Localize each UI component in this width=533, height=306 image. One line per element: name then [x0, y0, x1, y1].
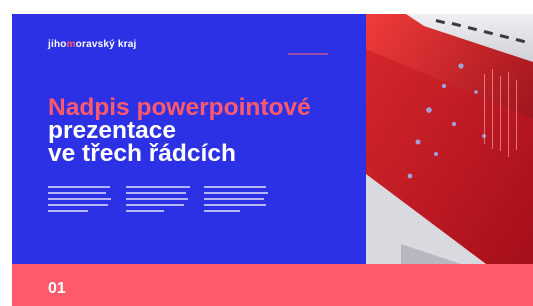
slide-title: Nadpis powerpointové prezentace ve třech…: [48, 94, 311, 167]
logo-accent-letter: m: [66, 39, 76, 50]
bottom-band: 01: [12, 264, 533, 306]
text-column-2: [126, 186, 190, 216]
top-link-line: [288, 53, 328, 55]
logo[interactable]: jihomoravský kraj: [48, 39, 136, 50]
keyboard-photo: [366, 14, 533, 264]
slide-number: 01: [48, 280, 66, 297]
blue-panel: jihomoravský kraj Nadpis powerpointové p…: [12, 14, 366, 264]
top-link[interactable]: [288, 43, 328, 55]
text-column-3: [204, 186, 268, 216]
logo-text-part1: jiho: [48, 39, 67, 50]
text-column-1: [48, 186, 112, 216]
keyboard-photo-graphic: [366, 14, 533, 264]
title-line-3: ve třech řádcích: [48, 140, 236, 167]
title-line-2: prezentace: [48, 117, 177, 144]
logo-text-part3: oravský kraj: [75, 39, 137, 50]
presentation-slide: jihomoravský kraj Nadpis powerpointové p…: [12, 14, 533, 306]
title-line-1: Nadpis powerpointové: [48, 94, 311, 121]
